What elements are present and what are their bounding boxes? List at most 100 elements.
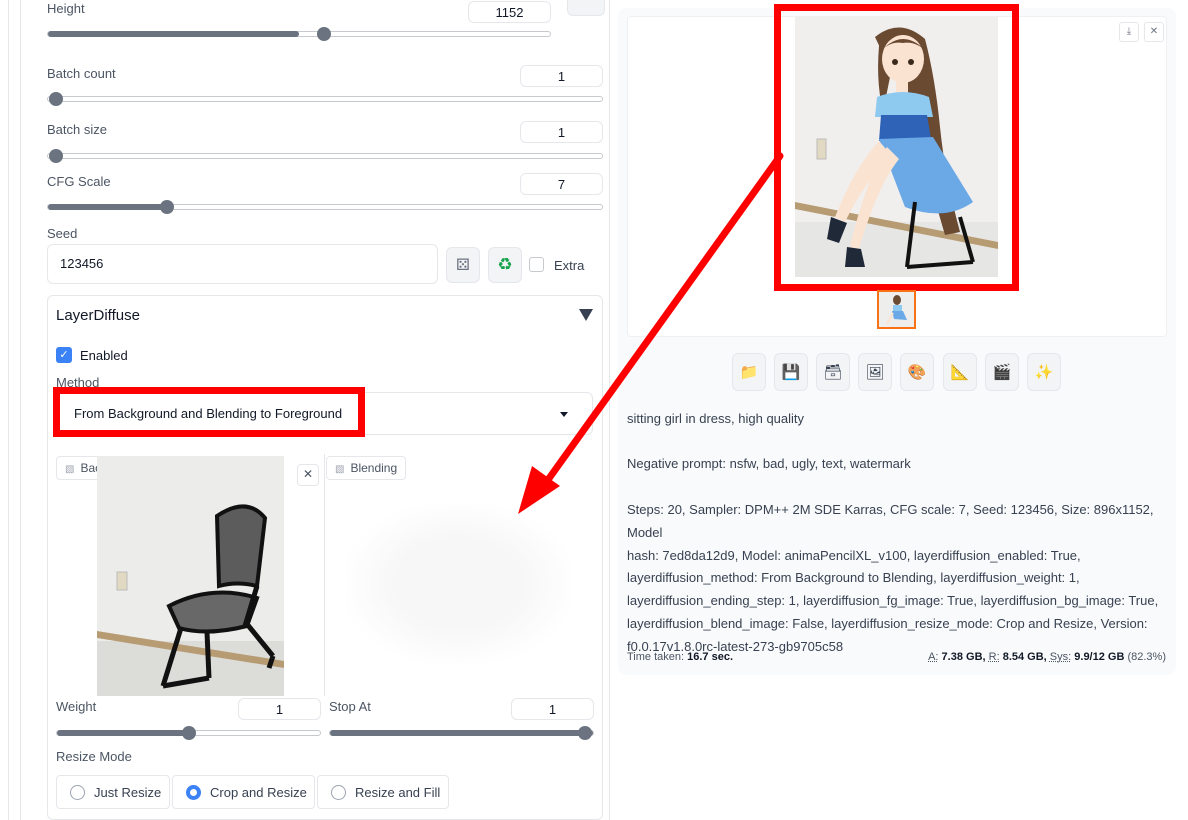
left-edge: [8, 0, 9, 820]
time-taken-value: 16.7 sec.: [687, 651, 733, 663]
cfg-scale-label: CFG Scale: [47, 174, 111, 189]
layerdiffuse-title[interactable]: LayerDiffuse: [56, 307, 140, 324]
ruler-icon: 📐: [950, 364, 970, 381]
params-line: layerdiffusion_blend_image: False, layer…: [627, 615, 1148, 631]
extra-checkbox[interactable]: [529, 257, 544, 272]
batch-size-slider-thumb[interactable]: [49, 149, 63, 163]
radio-crop-and-resize[interactable]: Crop and Resize: [172, 775, 315, 809]
time-taken-label: Time taken:: [627, 651, 685, 663]
collapse-triangle-icon[interactable]: [579, 309, 593, 321]
weight-slider-fill: [57, 730, 189, 736]
memory-stats: A: 7.38 GB, R: 8.54 GB, Sys: 9.9/12 GB (…: [928, 651, 1166, 663]
open-folder-button[interactable]: 📁: [732, 353, 766, 391]
send-to-video-button[interactable]: 🎬: [985, 353, 1019, 391]
close-icon: ✕: [1149, 26, 1159, 37]
cfg-scale-slider-thumb[interactable]: [160, 200, 175, 214]
blending-image-panel[interactable]: ▧ Blending: [326, 454, 593, 696]
params-line: layerdiffusion_method: From Background t…: [627, 570, 1080, 586]
weight-label: Weight: [56, 699, 97, 714]
batch-count-slider[interactable]: [47, 92, 603, 106]
chevron-down-icon: [560, 412, 568, 417]
negative-prompt-text: Negative prompt: nsfw, bad, ugly, text, …: [627, 456, 911, 471]
generated-image-annotation-box: [774, 4, 1019, 291]
method-annotation-box: [53, 387, 365, 437]
batch-count-label: Batch count: [47, 66, 116, 81]
download-button[interactable]: ⤓: [1119, 22, 1139, 42]
radio-just-resize-circle: [70, 785, 85, 800]
radio-just-resize[interactable]: Just Resize: [56, 775, 170, 809]
save-button[interactable]: 💾: [774, 353, 808, 391]
archive-icon: 🗃: [823, 364, 843, 381]
batch-size-slider[interactable]: [47, 149, 603, 163]
send-to-extras-button[interactable]: 📐: [943, 353, 977, 391]
height-slider-fill: [48, 31, 299, 37]
gallery-close-button[interactable]: ✕: [1144, 22, 1164, 42]
seed-label: Seed: [47, 226, 78, 241]
radio-resize-and-fill[interactable]: Resize and Fill: [317, 775, 449, 809]
sparkle-button[interactable]: ✨: [1027, 353, 1061, 391]
stop-at-label: Stop At: [329, 699, 371, 714]
send-to-inpaint-button[interactable]: 🎨: [900, 353, 934, 391]
stop-at-input[interactable]: 1: [511, 698, 594, 720]
mem-sys-value: 9.9/12 GB: [1074, 651, 1125, 663]
image-icon: 🖼: [865, 364, 885, 381]
send-to-img2img-button[interactable]: 🖼: [858, 353, 892, 391]
weight-slider-thumb[interactable]: [181, 726, 196, 740]
blending-tab: ▧ Blending: [326, 456, 407, 480]
generation-params: Steps: 20, Sampler: DPM++ 2M SDE Karras,…: [627, 499, 1172, 659]
weight-input[interactable]: 1: [238, 698, 321, 720]
dice-icon: ⚄: [456, 257, 470, 274]
mem-pct: (82.3%): [1127, 651, 1166, 663]
recycle-icon: ♻: [497, 255, 513, 274]
gallery-thumbnail[interactable]: [877, 290, 916, 329]
blending-image: [346, 504, 571, 664]
radio-resize-and-fill-label: Resize and Fill: [355, 785, 441, 800]
mem-a-label: A:: [928, 651, 939, 663]
prompt-text: sitting girl in dress, high quality: [627, 411, 805, 426]
checkmark-icon: ✓: [59, 349, 69, 361]
close-icon: ✕: [302, 467, 314, 481]
params-line: hash: 7ed8da12d9, Model: animaPencilXL_v…: [627, 547, 1081, 563]
height-slider[interactable]: [47, 27, 551, 41]
radio-resize-and-fill-circle: [331, 785, 346, 800]
cfg-scale-slider[interactable]: [47, 200, 603, 214]
image-icon: ▧: [65, 464, 75, 475]
folder-icon: 📁: [739, 364, 759, 381]
radio-crop-and-resize-circle: [186, 785, 201, 800]
batch-size-label: Batch size: [47, 122, 107, 137]
height-input[interactable]: 1152: [468, 1, 551, 23]
enabled-label: Enabled: [80, 348, 128, 363]
download-icon: ⤓: [1126, 26, 1132, 37]
stop-at-slider[interactable]: [329, 726, 594, 740]
radio-just-resize-label: Just Resize: [94, 785, 162, 800]
mem-sys-label: Sys:: [1049, 651, 1072, 663]
recycle-button[interactable]: ♻: [488, 247, 522, 283]
batch-count-input[interactable]: 1: [520, 65, 603, 87]
save-icon: 💾: [781, 364, 801, 381]
stop-at-slider-thumb[interactable]: [578, 726, 593, 740]
dice-button[interactable]: ⚄: [446, 247, 480, 283]
background-image-panel[interactable]: ▧Background ✕: [56, 454, 325, 696]
background-image: [97, 456, 284, 696]
params-line: layerdiffusion_ending_step: 1, layerdiff…: [627, 593, 1159, 609]
zip-button[interactable]: 🗃: [816, 353, 850, 391]
extra-label: Extra: [554, 258, 585, 273]
height-slider-thumb[interactable]: [317, 27, 332, 41]
video-icon: 🎬: [992, 364, 1012, 381]
sparkle-icon: ✨: [1034, 364, 1054, 381]
cfg-scale-input[interactable]: 7: [520, 173, 603, 195]
seed-input[interactable]: 123456: [47, 244, 438, 284]
height-label: Height: [47, 1, 85, 16]
blending-label: Blending: [350, 461, 398, 475]
batch-size-input[interactable]: 1: [520, 121, 603, 143]
image-icon: ▧: [335, 464, 345, 475]
partial-button-top[interactable]: [567, 0, 605, 16]
weight-slider[interactable]: [56, 726, 321, 740]
background-close-button[interactable]: ✕: [297, 464, 319, 486]
mem-r-value: 8.54 GB,: [1002, 651, 1047, 663]
batch-count-slider-thumb[interactable]: [49, 92, 63, 106]
radio-crop-and-resize-label: Crop and Resize: [210, 785, 307, 800]
params-line: Steps: 20, Sampler: DPM++ 2M SDE Karras,…: [627, 502, 1154, 540]
enabled-checkbox[interactable]: ✓: [56, 347, 72, 363]
stop-at-slider-fill: [330, 730, 593, 736]
